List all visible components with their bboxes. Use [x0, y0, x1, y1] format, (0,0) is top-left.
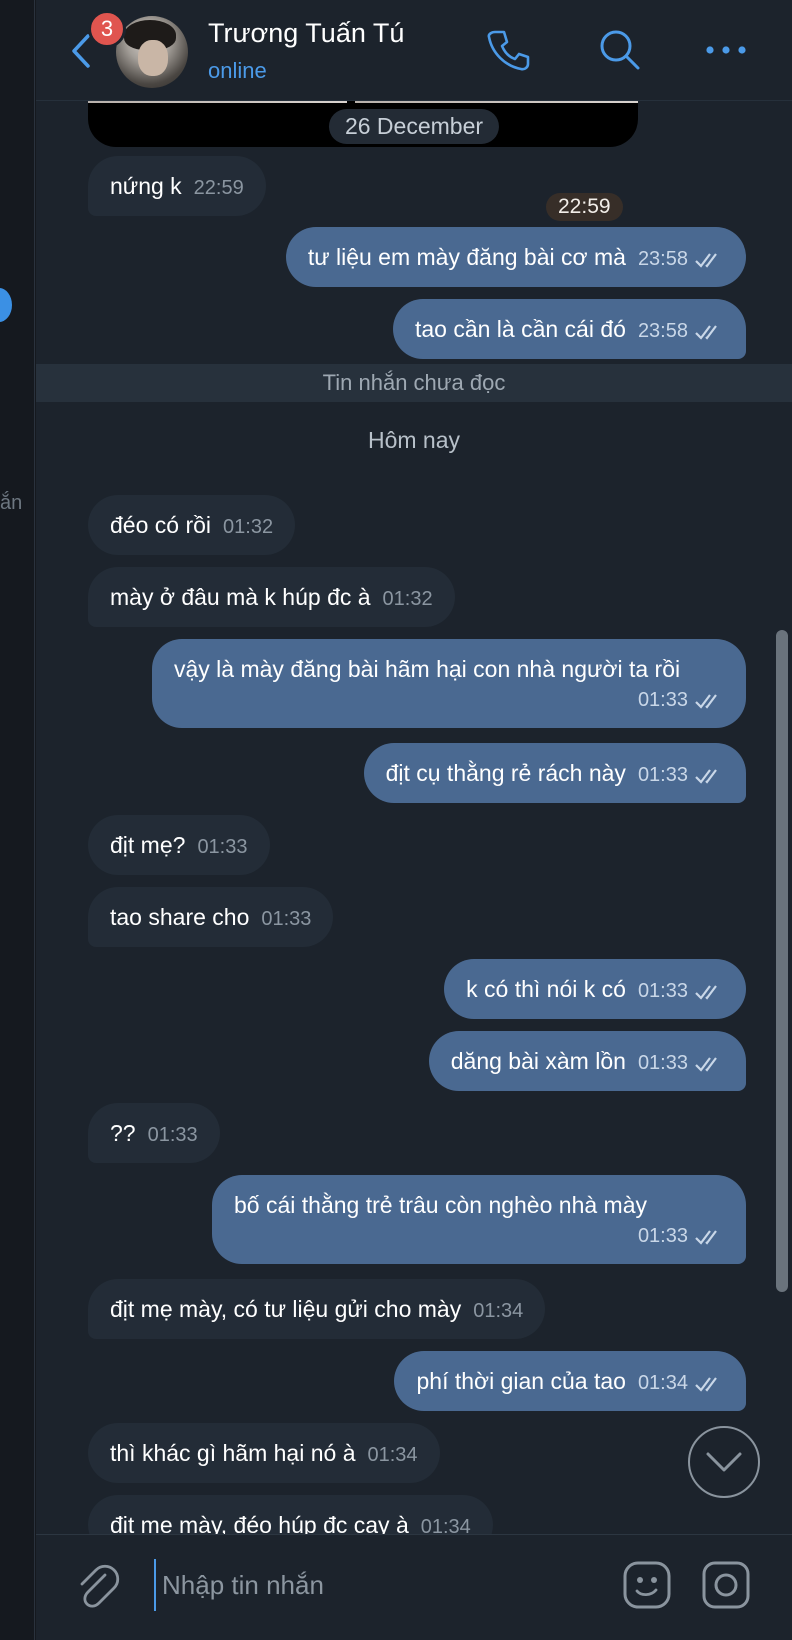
message-bubble-outgoing[interactable]: vậy là mày đăng bài hãm hại con nhà ngườ…: [152, 639, 746, 728]
message-bubble-incoming[interactable]: đéo có rồi 01:32: [88, 495, 296, 555]
message-bubble-outgoing[interactable]: tao cần là cần cái đó 23:58: [392, 299, 746, 359]
date-separator: 26 December: [328, 109, 500, 144]
double-check-icon: [695, 1229, 717, 1245]
message-time: 01:33: [637, 689, 688, 711]
avatar[interactable]: [116, 16, 188, 88]
message-bubble-incoming[interactable]: ?? 01:33: [88, 1103, 220, 1163]
message-time: 01:32: [223, 516, 274, 538]
message-bubble-outgoing[interactable]: phí thời gian của tao 01:34: [394, 1351, 746, 1411]
message-time: 01:33: [637, 1225, 688, 1247]
chat-panel: 3 Trương Tuấn Tú online 22:59 26 Decembe…: [36, 0, 792, 1640]
message-time: 23:58: [637, 248, 688, 270]
message-text: bố cái thằng trẻ trâu còn nghèo nhà mày: [234, 1192, 648, 1218]
double-check-icon: [695, 1056, 717, 1072]
message-text: phí thời gian của tao: [416, 1368, 626, 1394]
message-text: k có thì nói k có: [466, 976, 626, 1002]
message-bubble-outgoing[interactable]: tư liệu em mày đăng bài cơ mà 23:58: [285, 227, 746, 287]
chat-header: 3 Trương Tuấn Tú online: [36, 0, 792, 101]
message-text: địt mẹ mày, có tư liệu gửi cho mày: [110, 1296, 462, 1322]
sticker-icon: [623, 1561, 671, 1609]
double-check-icon: [695, 252, 717, 268]
scroll-to-bottom-button[interactable]: [688, 1426, 760, 1498]
camera-button[interactable]: [700, 1559, 752, 1611]
chat-list-partial-text: ắn: [0, 492, 23, 514]
message-time: 01:33: [261, 908, 312, 930]
message-bubble-outgoing[interactable]: bố cái thằng trẻ trâu còn nghèo nhà mày …: [212, 1175, 746, 1264]
message-text: địt mẹ mày, đéo húp đc cay à: [110, 1512, 409, 1534]
more-horizontal-icon: [706, 46, 746, 54]
media-photo[interactable]: [355, 101, 638, 103]
message-text: địt mẹ?: [110, 832, 186, 858]
message-bubble-incoming[interactable]: địt mẹ mày, có tư liệu gửi cho mày 01:34: [88, 1279, 546, 1339]
message-time: 01:32: [382, 588, 433, 610]
message-text: tao cần là cần cái đó: [414, 316, 626, 342]
message-time: 01:34: [420, 1516, 471, 1534]
message-text: đéo có rồi: [110, 512, 212, 538]
chat-list-edge: ắn: [0, 0, 35, 1640]
message-time: 01:33: [147, 1124, 198, 1146]
camera-icon: [702, 1561, 750, 1609]
attach-button[interactable]: [74, 1561, 120, 1611]
media-photo[interactable]: [88, 101, 347, 103]
message-composer: [36, 1534, 792, 1640]
date-separator-today: Hôm nay: [367, 427, 461, 453]
message-bubble-outgoing[interactable]: k có thì nói k có 01:33: [444, 959, 746, 1019]
message-bubble-incoming[interactable]: thì khác gì hãm hại nó à 01:34: [88, 1423, 440, 1483]
double-check-icon: [695, 324, 717, 340]
scrollbar[interactable]: [776, 630, 788, 1292]
message-bubble-outgoing[interactable]: dăng bài xàm lồn 01:33: [428, 1031, 746, 1091]
double-check-icon: [695, 693, 717, 709]
message-text: địt cụ thằng rẻ rách này: [385, 760, 626, 786]
double-check-icon: [695, 768, 717, 784]
contact-status: online: [208, 58, 267, 83]
message-bubble-incoming[interactable]: địt mẹ mày, đéo húp đc cay à 01:34: [88, 1495, 493, 1534]
double-check-icon: [695, 1376, 717, 1392]
message-bubble-incoming[interactable]: địt mẹ? 01:33: [88, 815, 270, 875]
phone-icon: [487, 30, 530, 71]
message-text: tư liệu em mày đăng bài cơ mà: [307, 244, 626, 270]
message-time: 01:33: [637, 764, 688, 786]
more-button[interactable]: [702, 26, 750, 74]
message-text: vậy là mày đăng bài hãm hại con nhà ngườ…: [174, 656, 681, 682]
unread-count-badge: 3: [88, 10, 126, 48]
message-bubble-incoming[interactable]: nứng k 22:59: [88, 156, 266, 216]
message-time: 01:33: [637, 1052, 688, 1074]
message-time: 01:33: [197, 836, 248, 858]
message-text: dăng bài xàm lồn: [450, 1048, 626, 1074]
message-text: tao share cho: [110, 904, 250, 930]
search-button[interactable]: [596, 26, 644, 74]
chat-list-unread-dot: [0, 288, 12, 322]
message-time: 01:33: [637, 980, 688, 1002]
message-bubble-outgoing[interactable]: địt cụ thằng rẻ rách này 01:33: [363, 743, 746, 803]
double-check-icon: [695, 984, 717, 1000]
search-icon: [600, 30, 640, 70]
message-text: ??: [110, 1120, 136, 1146]
unread-divider: Tin nhắn chưa đọc: [36, 364, 792, 402]
message-time: 01:34: [637, 1372, 688, 1394]
sticker-button[interactable]: [621, 1559, 673, 1611]
message-bubble-incoming[interactable]: mày ở đâu mà k húp đc à 01:32: [88, 567, 455, 627]
message-time: 22:59: [193, 177, 244, 199]
message-text: thì khác gì hãm hại nó à: [110, 1440, 356, 1466]
message-input[interactable]: [154, 1559, 594, 1611]
paperclip-icon: [80, 1564, 120, 1608]
contact-name[interactable]: Trương Tuấn Tú: [208, 18, 404, 49]
call-button[interactable]: [484, 26, 532, 74]
message-bubble-incoming[interactable]: tao share cho 01:33: [88, 887, 334, 947]
chevron-down-icon: [706, 1452, 742, 1472]
message-text: nứng k: [110, 173, 182, 199]
message-text: mày ở đâu mà k húp đc à: [110, 584, 371, 610]
message-time: 23:58: [637, 320, 688, 342]
message-time: 01:34: [367, 1444, 418, 1466]
message-time: 01:34: [473, 1300, 524, 1322]
message-list[interactable]: 22:59 26 December Tin nhắn chưa đọc Hôm …: [36, 101, 792, 1534]
media-timestamp: 22:59: [546, 193, 623, 221]
